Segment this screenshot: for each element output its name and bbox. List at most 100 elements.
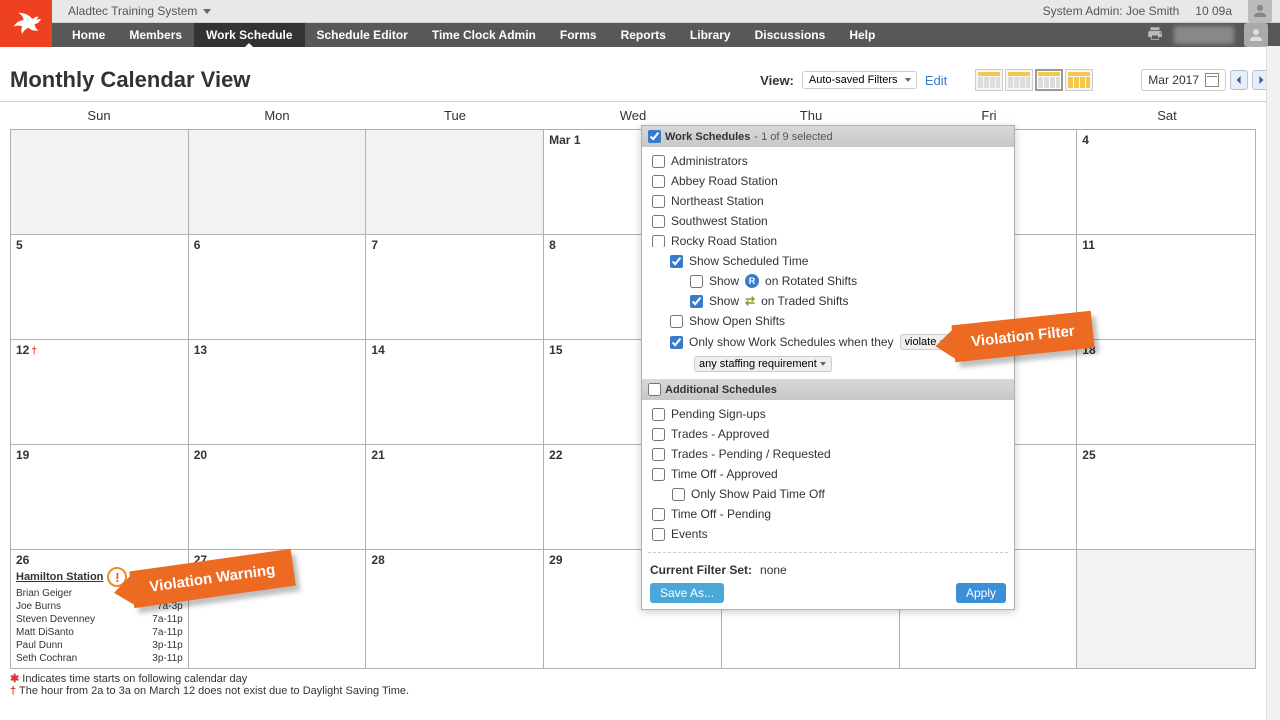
view-label: View: [760,73,794,88]
schedule-checkbox[interactable] [652,195,665,208]
person-icon [1247,26,1265,44]
trade-arrows-icon: ⇄ [745,294,755,308]
print-icon[interactable] [1146,25,1164,46]
additional-checkbox[interactable] [652,448,665,461]
apply-button[interactable]: Apply [956,583,1006,603]
nav-help[interactable]: Help [837,23,887,47]
day-header: Sat [1078,102,1256,129]
nav-work-schedule[interactable]: Work Schedule [194,23,304,47]
page-scrollbar[interactable] [1266,46,1280,720]
nav-time-clock-admin[interactable]: Time Clock Admin [420,23,548,47]
view-week-icon[interactable] [1005,69,1033,91]
additional-list: Pending Sign-ups Trades - Approved Trade… [642,400,1014,548]
calendar-cell[interactable]: 21 [366,445,544,550]
calendar-cell[interactable]: 20 [189,445,367,550]
prev-month-button[interactable] [1230,70,1248,90]
schedule-list[interactable]: Administrators Abbey Road Station Northe… [642,147,1014,247]
person-icon [1251,2,1269,20]
calendar-day-headers: Sun Mon Tue Wed Thu Fri Sat [10,102,1256,129]
schedule-checkbox[interactable] [652,235,665,248]
calendar-cell[interactable]: 14 [366,340,544,445]
bird-icon [11,9,41,39]
chevron-down-icon [203,9,211,14]
additional-label: Time Off - Pending [671,507,771,521]
calendar-cell[interactable]: 11 [1077,235,1255,340]
nav-avatar[interactable] [1244,23,1268,47]
calendar-cell[interactable]: 5 [11,235,189,340]
additional-schedules-header: Additional Schedules [642,379,1014,400]
option-label: Show Open Shifts [689,314,785,328]
calendar-cell[interactable]: 28 [366,550,544,668]
station-header[interactable]: Hamilton Station [16,571,103,583]
additional-checkbox[interactable] [672,488,685,501]
nav-home[interactable]: Home [60,23,117,47]
app-logo[interactable] [0,0,52,47]
date-picker[interactable]: Mar 2017 [1141,69,1226,91]
view-day-icon[interactable] [975,69,1003,91]
additional-label: Time Off - Approved [671,467,778,481]
view-month-icon[interactable] [1035,69,1063,91]
show-rotated-checkbox[interactable] [690,275,703,288]
schedule-checkbox[interactable] [652,175,665,188]
calendar-cell[interactable]: 18 [1077,340,1255,445]
staffing-requirement-select[interactable]: any staffing requirement [694,356,832,372]
calendar-cell[interactable]: 25 [1077,445,1255,550]
main-nav: Home Members Work Schedule Schedule Edit… [0,23,1280,47]
edit-filters-link[interactable]: Edit [925,73,947,88]
schedule-label: Southwest Station [671,214,768,228]
option-label: Show [709,274,739,288]
filter-select[interactable]: Auto-saved Filters [802,71,917,89]
calendar-cell[interactable]: 13 [189,340,367,445]
day-header: Mon [188,102,366,129]
additional-checkbox[interactable] [652,528,665,541]
nav-library[interactable]: Library [678,23,743,47]
work-schedules-checkbox[interactable] [648,130,661,143]
nav-forms[interactable]: Forms [548,23,609,47]
schedule-checkbox[interactable] [652,215,665,228]
legend-line: The hour from 2a to 3a on March 12 does … [19,685,409,697]
additional-schedules-checkbox[interactable] [648,383,661,396]
additional-checkbox[interactable] [652,468,665,481]
schedule-label: Administrators [671,154,748,168]
view-mode-toggle [975,69,1093,91]
additional-label: Trades - Pending / Requested [671,447,831,461]
calendar-cell[interactable] [189,130,367,235]
legend: ✱ Indicates time starts on following cal… [0,669,1280,700]
view-list-icon[interactable] [1065,69,1093,91]
show-traded-checkbox[interactable] [690,295,703,308]
additional-checkbox[interactable] [652,408,665,421]
calendar-cell[interactable]: 6 [189,235,367,340]
asterisk-icon: ✱ [10,673,19,685]
show-scheduled-checkbox[interactable] [670,255,683,268]
nav-members[interactable]: Members [117,23,194,47]
blurred-toolbar-item [1174,26,1234,44]
option-label: Show [709,294,739,308]
day-header: Tue [366,102,544,129]
calendar-cell[interactable] [11,130,189,235]
option-label: Only show Work Schedules when they [689,335,894,349]
additional-label: Only Show Paid Time Off [691,487,825,501]
user-avatar[interactable] [1248,0,1272,23]
current-filter-label: Current Filter Set: [650,563,752,577]
calendar-cell[interactable] [1077,550,1255,668]
date-label: Mar 2017 [1148,73,1199,87]
calendar-cell[interactable]: 12† [11,340,189,445]
additional-checkbox[interactable] [652,428,665,441]
filter-panel-header: Work Schedules - 1 of 9 selected [642,126,1014,147]
filter-header-count: - 1 of 9 selected [754,131,832,143]
nav-reports[interactable]: Reports [609,23,678,47]
additional-checkbox[interactable] [652,508,665,521]
show-open-checkbox[interactable] [670,315,683,328]
save-as-button[interactable]: Save As... [650,583,724,603]
topbar: Aladtec Training System System Admin: Jo… [0,0,1280,23]
system-selector[interactable]: Aladtec Training System [68,4,211,18]
schedule-checkbox[interactable] [652,155,665,168]
calendar-cell[interactable] [366,130,544,235]
calendar-cell[interactable]: 7 [366,235,544,340]
nav-schedule-editor[interactable]: Schedule Editor [305,23,420,47]
only-show-violation-checkbox[interactable] [670,336,683,349]
nav-discussions[interactable]: Discussions [743,23,838,47]
calendar-cell[interactable]: 19 [11,445,189,550]
filter-header-title: Work Schedules [665,131,750,143]
calendar-cell[interactable]: 4 [1077,130,1255,235]
